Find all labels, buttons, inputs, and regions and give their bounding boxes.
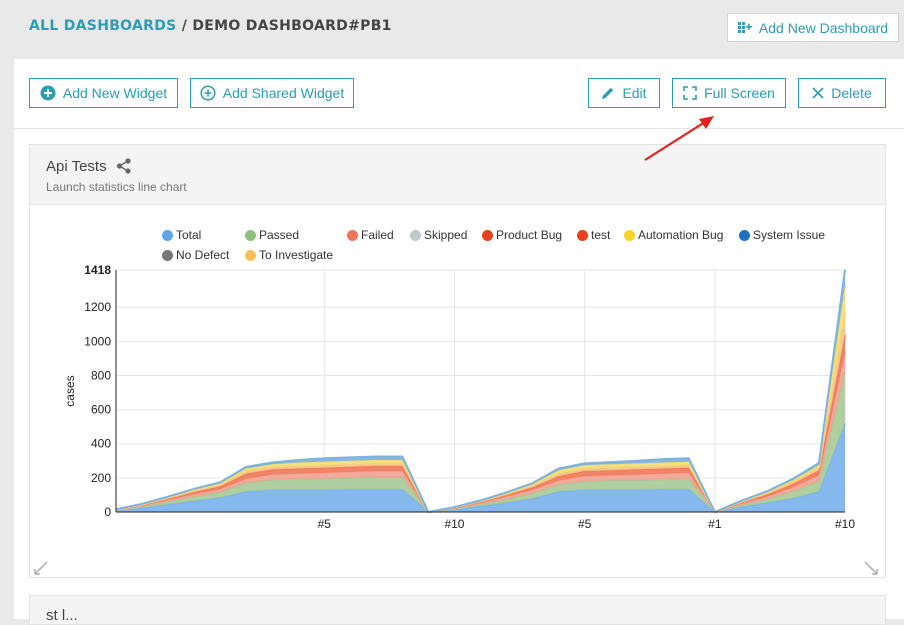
x-tick-label: #5 xyxy=(318,517,332,531)
x-tick-label: #10 xyxy=(835,517,855,531)
series-line xyxy=(115,269,846,514)
y-tick-label: 1000 xyxy=(84,334,111,348)
y-max-label: 1418 xyxy=(84,263,111,277)
x-tick-label: #1 xyxy=(708,517,722,531)
series-line xyxy=(115,371,846,514)
series-area xyxy=(116,423,845,512)
series-area xyxy=(116,334,845,512)
resize-handle-left-icon[interactable] xyxy=(34,561,48,575)
y-tick-label: 0 xyxy=(104,505,111,519)
y-tick-label: 200 xyxy=(91,471,111,485)
y-tick-label: 600 xyxy=(91,403,111,417)
y-axis-label: cases xyxy=(63,375,77,406)
y-tick-label: 400 xyxy=(91,437,111,451)
y-tick-label: 800 xyxy=(91,368,111,382)
launch-statistics-chart: 0 200 400 600 800 1000 1200 1418 #5 #10 #5 #1 #10 cas… xyxy=(63,263,855,531)
x-tick-label: #5 xyxy=(578,517,592,531)
y-tick-label: 1200 xyxy=(84,300,111,314)
x-tick-label: #10 xyxy=(444,517,464,531)
series-line xyxy=(115,312,846,514)
resize-handle-right-icon[interactable] xyxy=(864,561,878,575)
series-area xyxy=(116,269,845,512)
